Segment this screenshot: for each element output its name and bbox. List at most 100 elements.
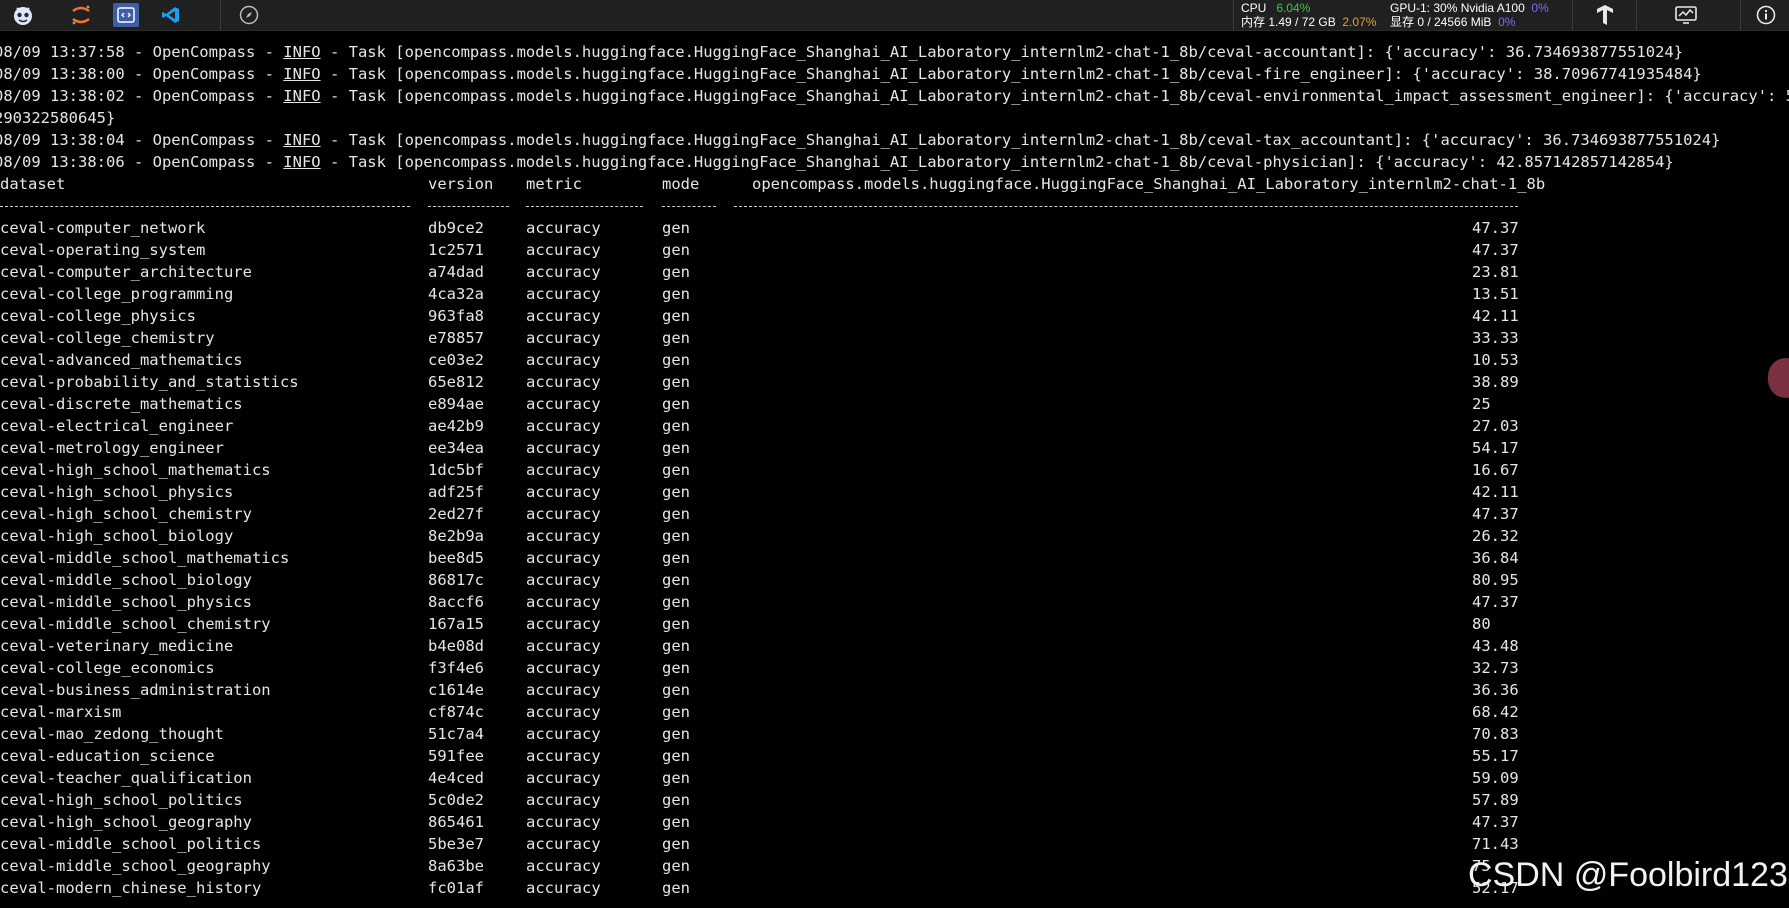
table-row: ceval-mao_zedong_thought 51c7a4 accuracy ge… (0, 723, 1789, 745)
cell-metric: accuracy (526, 549, 601, 567)
cell-metric: accuracy (526, 439, 601, 457)
table-row: ceval-operating_system 1c2571 accuracy gen 4… (0, 239, 1789, 261)
cell-version: 167a15 (428, 615, 484, 633)
log-line: 08/09 13:38:04 - OpenCompass - INFO - Ta… (0, 129, 1720, 151)
cell-version: adf25f (428, 483, 484, 501)
cell-score: 26.32 (1472, 527, 1519, 545)
column-separator (662, 206, 716, 208)
jupyter-icon[interactable] (68, 3, 94, 27)
cell-mode: gen (662, 461, 690, 479)
column-separator (0, 206, 410, 208)
cell-metric: accuracy (526, 703, 601, 721)
cell-mode: gen (662, 285, 690, 303)
cell-mode: gen (662, 571, 690, 589)
monitor-icon[interactable] (1673, 3, 1699, 27)
jupyter-robot-icon[interactable] (10, 3, 36, 27)
cell-version: bee8d5 (428, 549, 484, 567)
cell-mode: gen (662, 703, 690, 721)
cell-dataset: ceval-high_school_geography (0, 813, 252, 831)
cell-mode: gen (662, 879, 690, 897)
cell-metric: accuracy (526, 285, 601, 303)
log-level: INFO (283, 153, 321, 171)
cell-version: 65e812 (428, 373, 484, 391)
cell-metric: accuracy (526, 659, 601, 677)
code-editor-icon[interactable] (113, 3, 139, 27)
cell-metric: accuracy (526, 879, 601, 897)
cell-dataset: ceval-high_school_physics (0, 483, 234, 501)
table-header-row: dataset version metric mode opencompass.mode… (0, 173, 1789, 195)
memory-label: 内存 1.49 / 72 GB (1241, 15, 1336, 29)
cell-score: 43.48 (1472, 637, 1519, 655)
cell-mode: gen (662, 681, 690, 699)
cell-metric: accuracy (526, 461, 601, 479)
cell-dataset: ceval-middle_school_biology (0, 571, 252, 589)
tensorflow-icon[interactable] (1592, 3, 1618, 27)
cell-mode: gen (662, 373, 690, 391)
cell-score: 23.81 (1472, 263, 1519, 281)
gpu-value: 0% (1531, 1, 1549, 15)
header-metric: metric (526, 175, 582, 193)
cell-version: e78857 (428, 329, 484, 347)
cell-mode: gen (662, 615, 690, 633)
table-row: ceval-computer_network db9ce2 accuracy gen 4… (0, 217, 1789, 239)
table-row: ceval-middle_school_physics 8accf6 accurac… (0, 591, 1789, 613)
cell-version: ee34ea (428, 439, 484, 457)
cell-metric: accuracy (526, 373, 601, 391)
cell-metric: accuracy (526, 263, 601, 281)
cell-dataset: ceval-veterinary_medicine (0, 637, 234, 655)
cell-score: 42.11 (1472, 483, 1519, 501)
table-row: ceval-veterinary_medicine b4e08d accuracy g… (0, 635, 1789, 657)
cell-dataset: ceval-college_chemistry (0, 329, 215, 347)
cpu-value: 6.04% (1276, 1, 1311, 15)
cell-metric: accuracy (526, 615, 601, 633)
toolbar-divider (1636, 0, 1637, 30)
memory-value: 2.07% (1342, 15, 1377, 29)
cell-version: 2ed27f (428, 505, 484, 523)
cell-score: 59.09 (1472, 769, 1519, 787)
cell-dataset: ceval-college_programming (0, 285, 234, 303)
cell-metric: accuracy (526, 725, 601, 743)
cell-dataset: ceval-advanced_mathematics (0, 351, 243, 369)
cell-metric: accuracy (526, 241, 601, 259)
cell-dataset: ceval-college_economics (0, 659, 215, 677)
cell-metric: accuracy (526, 593, 601, 611)
cell-score: 68.42 (1472, 703, 1519, 721)
vscode-icon[interactable] (158, 3, 184, 27)
cell-version: 865461 (428, 813, 484, 831)
cell-score: 54.17 (1472, 439, 1519, 457)
compass-icon[interactable] (236, 3, 262, 27)
cell-mode: gen (662, 527, 690, 545)
cell-score: 47.37 (1472, 219, 1519, 237)
cell-dataset: ceval-probability_and_statistics (0, 373, 299, 391)
cell-dataset: ceval-college_physics (0, 307, 196, 325)
log-message: - Task [opencompass.models.huggingface.H… (320, 131, 1721, 149)
cell-metric: accuracy (526, 813, 601, 831)
cell-metric: accuracy (526, 791, 601, 809)
cell-version: ae42b9 (428, 417, 484, 435)
cell-version: 8e2b9a (428, 527, 484, 545)
cell-score: 33.33 (1472, 329, 1519, 347)
cell-dataset: ceval-metrology_engineer (0, 439, 224, 457)
cell-version: cf874c (428, 703, 484, 721)
log-prefix: 08/09 13:38:04 - OpenCompass - (0, 131, 284, 149)
info-icon[interactable] (1753, 3, 1779, 27)
toolbar-divider (1233, 0, 1234, 30)
cell-metric: accuracy (526, 395, 601, 413)
cell-version: e894ae (428, 395, 484, 413)
cell-mode: gen (662, 417, 690, 435)
header-model: opencompass.models.huggingface.HuggingFa… (752, 175, 1546, 193)
cell-version: 51c7a4 (428, 725, 484, 743)
cell-mode: gen (662, 637, 690, 655)
cell-score: 47.37 (1472, 813, 1519, 831)
cell-mode: gen (662, 263, 690, 281)
cell-mode: gen (662, 593, 690, 611)
table-row: ceval-middle_school_mathematics bee8d5 acc… (0, 547, 1789, 569)
log-level: INFO (283, 65, 321, 83)
terminal-output[interactable]: 08/09 13:37:58 - OpenCompass - INFO - Ta… (0, 41, 1789, 908)
cell-mode: gen (662, 791, 690, 809)
table-row: ceval-middle_school_chemistry 167a15 accur… (0, 613, 1789, 635)
cell-score: 47.37 (1472, 593, 1519, 611)
cell-dataset: ceval-electrical_engineer (0, 417, 234, 435)
cell-mode: gen (662, 483, 690, 501)
cell-version: 5be3e7 (428, 835, 484, 853)
